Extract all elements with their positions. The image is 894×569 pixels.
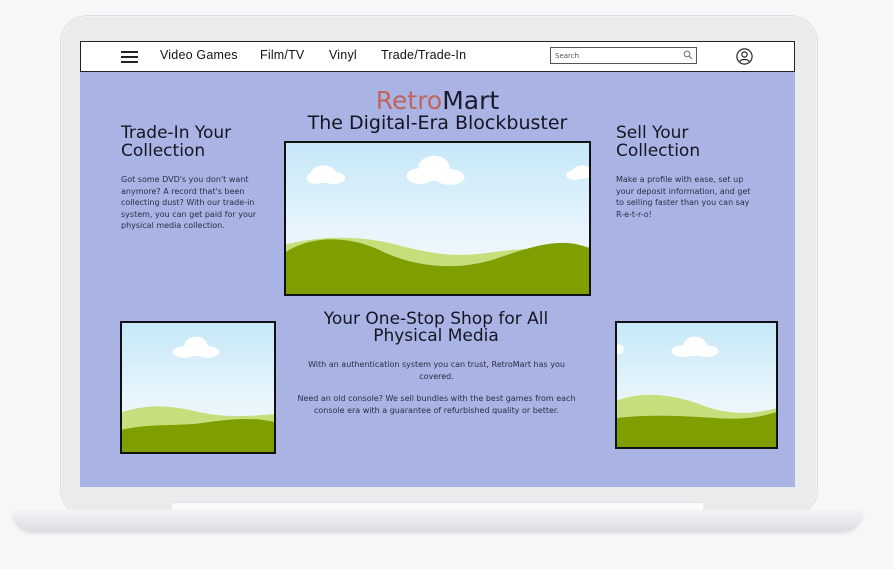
- sell-description: Make a profile with ease, set up your de…: [616, 175, 751, 219]
- trade-in-description: Got some DVD's you don't want anymore? A…: [121, 175, 257, 230]
- trade-in-landscape-image: [120, 321, 276, 454]
- sell-landscape-image: [615, 321, 778, 449]
- sell-heading: Sell Your Collection: [616, 123, 701, 161]
- authentication-paragraph: With an authentication system you can tr…: [308, 360, 565, 381]
- top-navbar: Video Games Film/TV Vinyl Trade/Trade-In: [80, 41, 795, 72]
- nav-link-film-tv[interactable]: Film/TV: [260, 48, 304, 62]
- search-icon[interactable]: [683, 50, 693, 60]
- laptop-screen: Video Games Film/TV Vinyl Trade/Trade-In…: [80, 41, 795, 487]
- hamburger-menu-icon[interactable]: [121, 51, 138, 63]
- brand-logo[interactable]: RetroMart: [80, 87, 795, 115]
- search-input[interactable]: [555, 50, 680, 61]
- laptop-base: [13, 510, 862, 530]
- one-stop-shop-heading: Your One-Stop Shop for All Physical Medi…: [323, 309, 549, 346]
- hero-landscape-image: [284, 141, 591, 296]
- nav-link-trade-in[interactable]: Trade/Trade-In: [381, 48, 466, 62]
- nav-link-video-games[interactable]: Video Games: [160, 48, 238, 62]
- trade-in-heading: Trade-In Your Collection: [121, 123, 232, 161]
- user-account-icon[interactable]: [736, 48, 753, 65]
- console-bundle-paragraph: Need an old console? We sell bundles wit…: [297, 394, 576, 415]
- nav-link-vinyl[interactable]: Vinyl: [329, 48, 357, 62]
- search-bar: [550, 47, 697, 64]
- brand-logo-retro: Retro: [375, 86, 443, 115]
- brand-logo-mart: Mart: [442, 86, 500, 115]
